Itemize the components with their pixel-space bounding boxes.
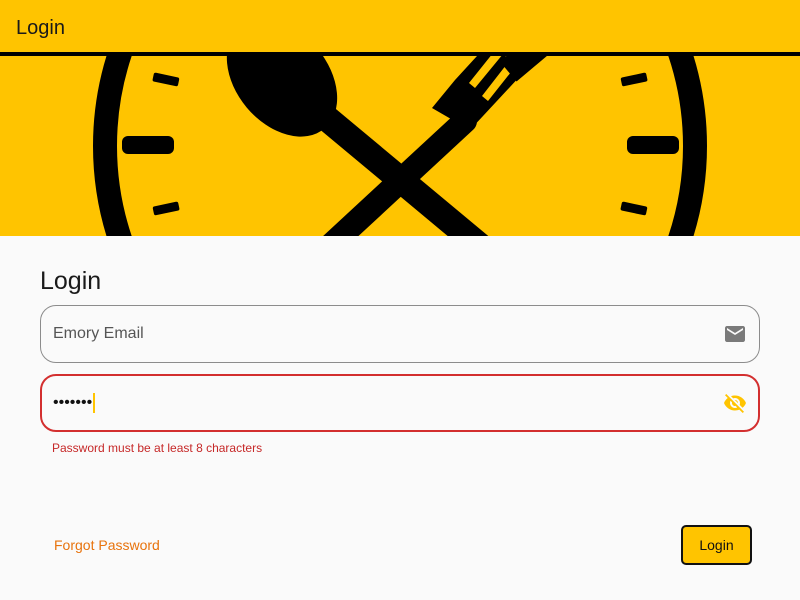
login-button[interactable]: Login	[681, 525, 752, 565]
banner-image	[0, 56, 800, 236]
app-bar: Login	[0, 0, 800, 56]
mail-icon	[725, 326, 745, 342]
password-error: Password must be at least 8 characters	[52, 441, 263, 455]
password-value: •••••••	[53, 376, 96, 430]
clock-fork-spoon-icon	[93, 56, 707, 236]
email-placeholder: Emory Email	[53, 325, 144, 342]
text-caret	[93, 393, 96, 413]
app-bar-title: Login	[16, 17, 65, 39]
visibility-off-icon[interactable]	[723, 391, 747, 415]
form-title: Login	[40, 267, 102, 295]
email-field[interactable]: Emory Email	[40, 305, 760, 363]
password-field[interactable]: •••••••	[40, 374, 760, 432]
password-dots: •••••••	[53, 394, 93, 411]
forgot-password-link[interactable]: Forgot Password	[54, 537, 160, 553]
